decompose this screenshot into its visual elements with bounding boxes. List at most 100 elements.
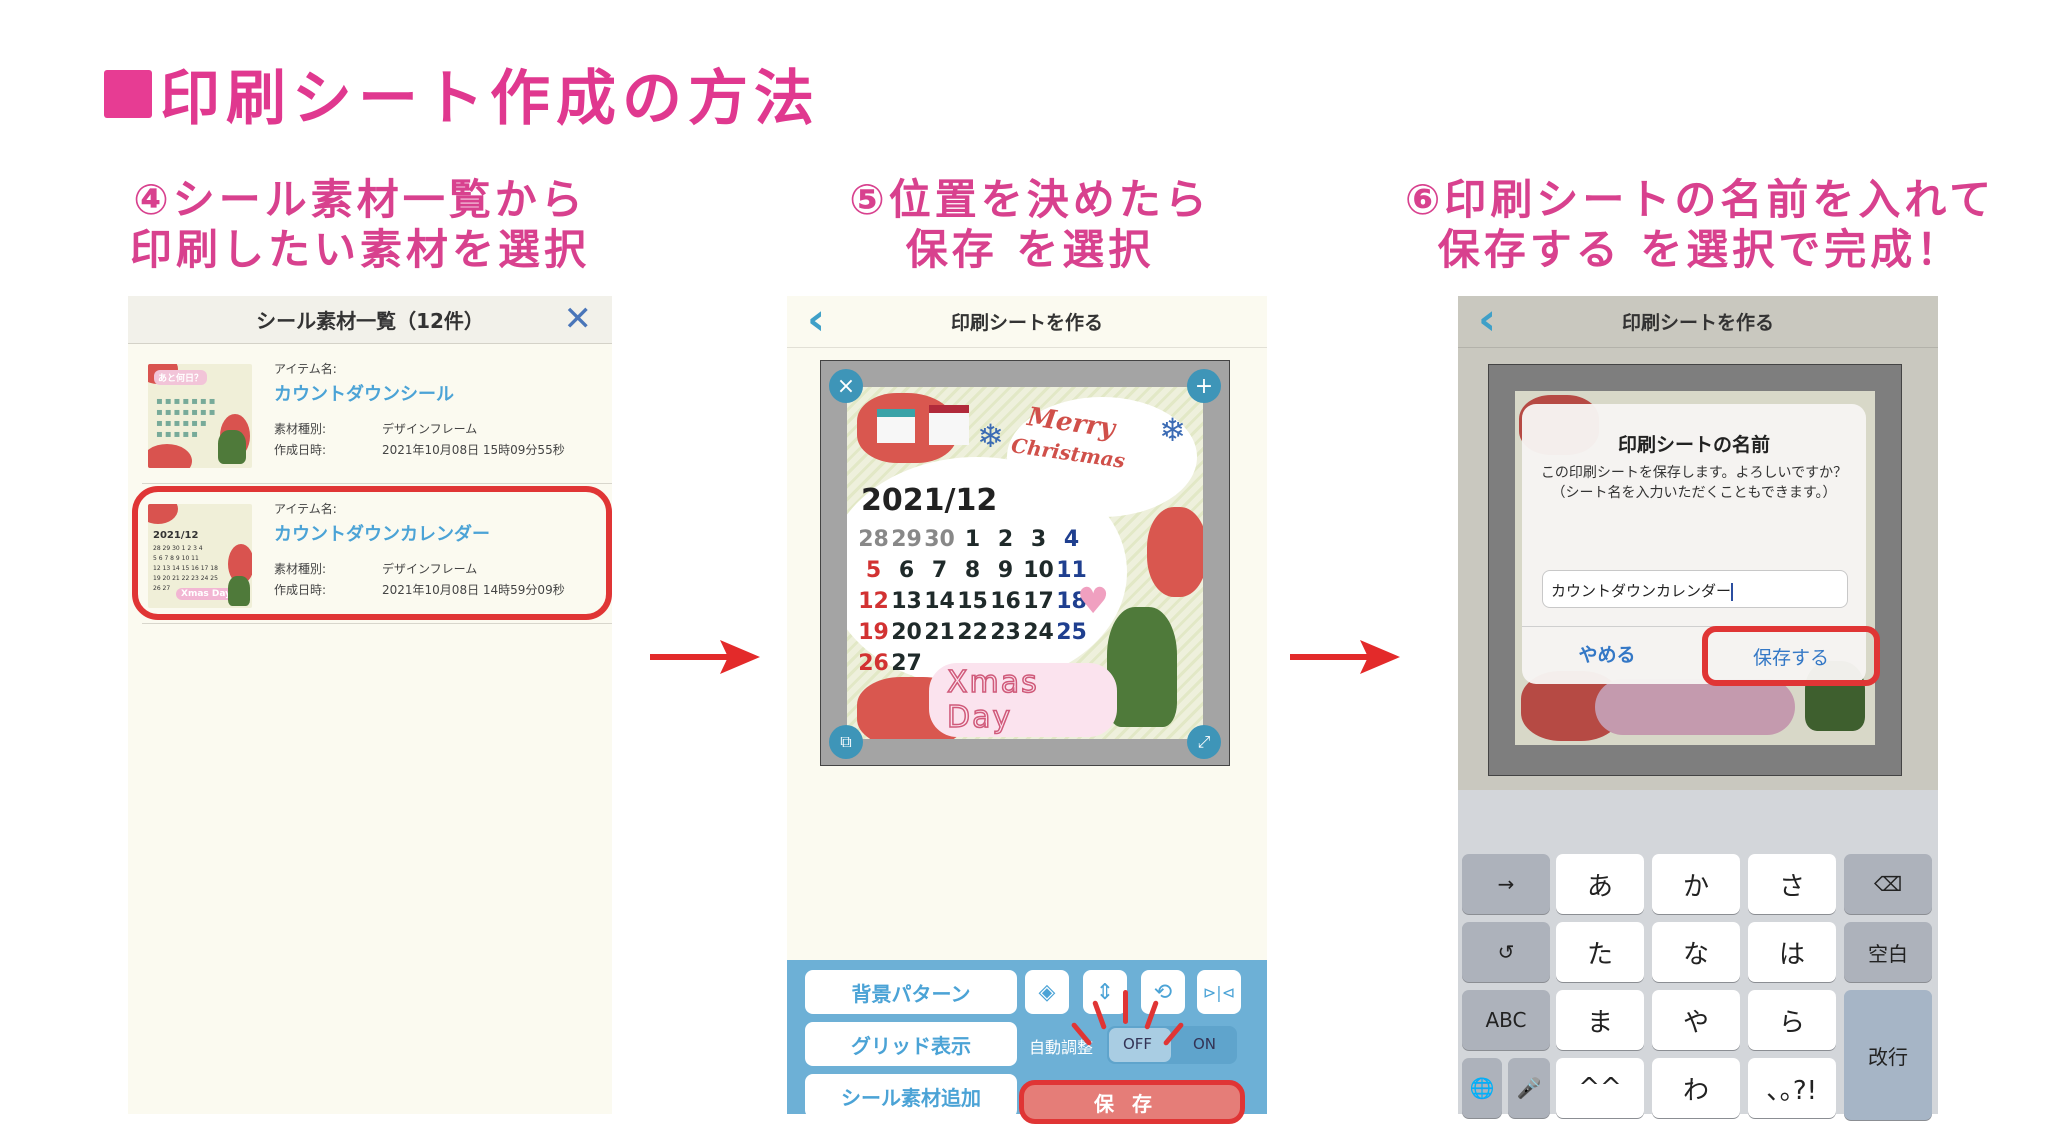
sheet-name-value: カウントダウンカレンダー — [1551, 582, 1732, 600]
editor-title: 印刷シートを作る — [1621, 312, 1774, 334]
step-4-heading: ④シール素材一覧から 印刷したい素材を選択 — [120, 175, 600, 275]
item-type-label: 素材種別: — [274, 422, 327, 436]
step-6-line2: 保存する を選択で完成！ — [1437, 225, 1963, 274]
background-pattern-button[interactable]: 背景パターン — [805, 970, 1017, 1014]
right-arrow-icon — [650, 640, 760, 674]
heart-icon: ♥ — [1077, 581, 1110, 622]
chevron-left-icon[interactable]: ‹ — [807, 298, 825, 342]
grid-display-button[interactable]: グリッド表示 — [805, 1022, 1017, 1066]
item-date: 2021年10月08日 15時09分55秒 — [382, 443, 565, 457]
step-6-line1: ⑥印刷シートの名前を入れて — [1404, 175, 1996, 224]
calendar-day: 11 — [1056, 558, 1087, 583]
close-icon[interactable]: ✕ — [564, 302, 593, 336]
key-sa[interactable]: さ — [1748, 854, 1836, 914]
sticker-list-title: シール素材一覧（12件） — [256, 309, 484, 333]
calendar-grid: 28 29 30 1 2 3 4 5 6 7 8 9 10 11 12 13 14 15 16 17 18 19 20 21 2… — [857, 527, 1088, 676]
sheet-frame: ❄ ❄ Merry Christmas 2021/12 28 29 30 1 2 3 4 5 6… — [820, 360, 1230, 766]
calendar-day: 17 — [1023, 589, 1054, 614]
text-caret — [1731, 582, 1734, 601]
calendar-day: 4 — [1063, 527, 1080, 552]
microphone-icon[interactable]: 🎤 — [1508, 1058, 1550, 1118]
undo-icon[interactable]: ↺ — [1462, 922, 1550, 982]
calendar-day: 26 — [858, 651, 889, 676]
calendar-day: 9 — [997, 558, 1014, 583]
toggle-off[interactable]: OFF — [1123, 1035, 1152, 1053]
key-ma[interactable]: ま — [1556, 990, 1644, 1050]
toggle-on[interactable]: ON — [1193, 1035, 1216, 1053]
calendar-day: 3 — [1030, 527, 1047, 552]
calendar-day: 15 — [957, 589, 988, 614]
right-arrow-icon — [1290, 640, 1400, 674]
editor-title: 印刷シートを作る — [950, 312, 1103, 334]
key-abc[interactable]: ABC — [1462, 990, 1550, 1050]
cancel-button[interactable]: やめる — [1532, 640, 1682, 667]
key-ra[interactable]: ら — [1748, 990, 1836, 1050]
item-thumbnail: あと何日？ ▪▪▪▪▪▪▪ ▪▪▪▪▪▪▪ ▪▪▪▪▪▪ ▪▪▪▪▪ — [148, 364, 252, 468]
calendar-day: 5 — [865, 558, 882, 583]
item-name-label: アイテム名: — [274, 362, 337, 376]
calendar-day: 24 — [1023, 620, 1054, 645]
save-button[interactable]: 保存 — [1019, 1080, 1245, 1124]
key-return[interactable]: 改行 — [1844, 990, 1932, 1120]
xmas-day-badge: Xmas Day — [929, 663, 1117, 737]
tap-effect — [1123, 990, 1128, 1024]
layer-handle-icon[interactable]: ⧉ — [829, 725, 863, 759]
key-ta[interactable]: た — [1556, 922, 1644, 982]
item-type: デザインフレーム — [382, 422, 478, 436]
resize-handle-icon[interactable]: ⤢ — [1187, 725, 1221, 759]
calendar-day: 28 — [858, 527, 889, 552]
calendar-day: 10 — [1023, 558, 1054, 583]
key-space[interactable]: 空白 — [1844, 922, 1932, 982]
gift-icon — [877, 409, 915, 443]
resize-icon[interactable]: ⇕ — [1083, 970, 1127, 1014]
calendar-day: 29 — [891, 527, 922, 552]
delete-handle-icon[interactable]: × — [829, 369, 863, 403]
editor-toolbar: 背景パターン グリッド表示 シール素材追加 ◈ ⇕ ⟲ ⊳|⊲ 自動調整 OFF… — [787, 960, 1267, 1124]
tree-icon — [1107, 607, 1177, 727]
key-wa[interactable]: わ — [1652, 1058, 1740, 1118]
snowflake-icon: ❄ — [977, 417, 1004, 455]
calendar-year-month: 2021/12 — [861, 483, 998, 518]
editor-header: ‹ 印刷シートを作る — [1458, 296, 1938, 348]
key-punctuation[interactable]: ､｡?! — [1748, 1058, 1836, 1118]
paint-bucket-icon[interactable]: ◈ — [1025, 970, 1069, 1014]
calendar-day: 6 — [898, 558, 915, 583]
selection-highlight — [132, 486, 612, 620]
globe-icon[interactable]: 🌐 — [1462, 1058, 1502, 1118]
key-emoticon[interactable]: ^^ — [1556, 1058, 1644, 1118]
sticker-list-header: シール素材一覧（12件） ✕ — [128, 296, 612, 344]
xmas-day-badge-dimmed — [1595, 679, 1795, 735]
add-handle-icon[interactable]: + — [1187, 369, 1221, 403]
calendar-day: 14 — [924, 589, 955, 614]
save-confirm-button[interactable]: 保存する — [1702, 626, 1880, 686]
backspace-icon[interactable]: ⌫ — [1844, 854, 1932, 914]
key-na[interactable]: な — [1652, 922, 1740, 982]
step-5-heading: ⑤位置を決めたら 保存 を選択 — [790, 175, 1270, 275]
calendar-day: 12 — [858, 589, 889, 614]
key-ya[interactable]: や — [1652, 990, 1740, 1050]
item-name[interactable]: カウントダウンシール — [274, 380, 454, 406]
list-item[interactable]: あと何日？ ▪▪▪▪▪▪▪ ▪▪▪▪▪▪▪ ▪▪▪▪▪▪ ▪▪▪▪▪ アイテム名: カ… — [142, 344, 612, 484]
page-title: 印刷シート作成の方法 — [104, 50, 820, 137]
step-4-line2: 印刷したい素材を選択 — [129, 225, 590, 274]
key-ka[interactable]: か — [1652, 854, 1740, 914]
calendar-day: 23 — [990, 620, 1021, 645]
flip-icon[interactable]: ⊳|⊲ — [1197, 970, 1241, 1014]
key-a[interactable]: あ — [1556, 854, 1644, 914]
add-sticker-button[interactable]: シール素材追加 — [805, 1074, 1017, 1118]
sticker-sheet[interactable]: ❄ ❄ Merry Christmas 2021/12 28 29 30 1 2 3 4 5 6… — [847, 387, 1203, 739]
key-next-arrow[interactable]: → — [1462, 854, 1550, 914]
sheet-name-input[interactable]: カウントダウンカレンダー — [1542, 570, 1848, 608]
calendar-day: 30 — [924, 527, 955, 552]
key-ha[interactable]: は — [1748, 922, 1836, 982]
snowflake-icon: ❄ — [1159, 411, 1186, 449]
calendar-day: 22 — [957, 620, 988, 645]
gift-icon — [929, 405, 969, 445]
chevron-left-icon[interactable]: ‹ — [1478, 298, 1496, 342]
item-date-label: 作成日時: — [274, 443, 327, 457]
dialog-message: この印刷シートを保存します。よろしいですか？ （シート名を入力いただくこともできま… — [1540, 465, 1848, 501]
save-dialog-screen: ‹ 印刷シートを作る 印刷シートの名前 この印刷シートを保存します。よろしいです… — [1458, 296, 1938, 1120]
calendar-day: 8 — [964, 558, 981, 583]
rotate-icon[interactable]: ⟲ — [1141, 970, 1185, 1014]
calendar-day: 21 — [924, 620, 955, 645]
